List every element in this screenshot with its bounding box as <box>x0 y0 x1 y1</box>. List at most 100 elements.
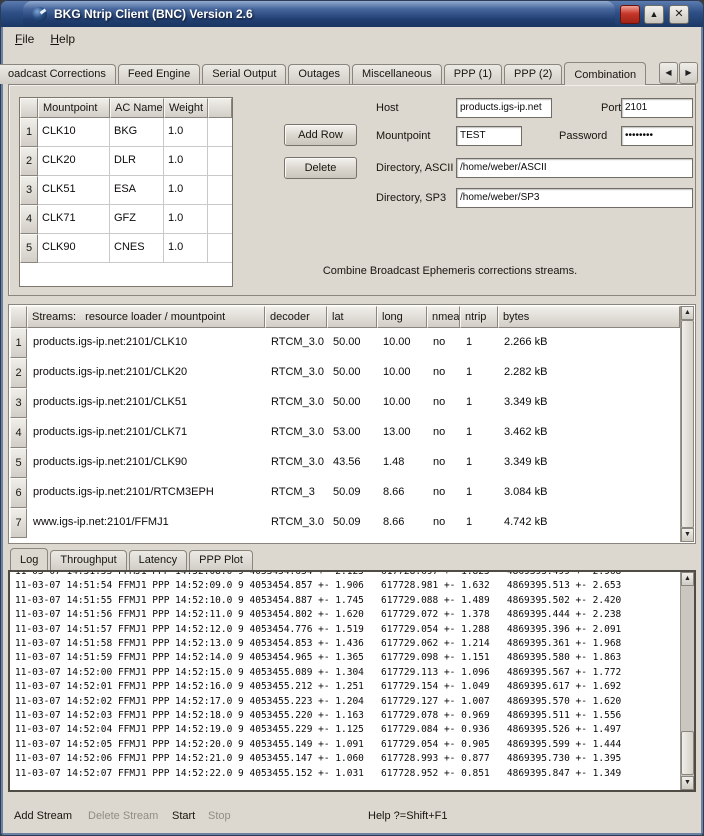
scroll-up-button[interactable]: ▲ <box>681 306 694 320</box>
mountpoint-input[interactable]: TEST <box>456 126 522 146</box>
streams-scrollbar[interactable]: ▲ ▼ <box>680 306 694 542</box>
close-button[interactable]: ✕ <box>669 5 689 24</box>
scroll-down-button[interactable]: ▼ <box>681 528 694 542</box>
cell-lat[interactable]: 50.09 <box>327 478 377 508</box>
cell-bytes[interactable]: 4.742 kB <box>498 508 680 538</box>
minimize-button[interactable] <box>620 5 640 24</box>
add-stream-button[interactable]: Add Stream <box>14 810 72 822</box>
cell-lat[interactable]: 50.00 <box>327 388 377 418</box>
cell-lat[interactable]: 50.00 <box>327 328 377 358</box>
cell-ac-name[interactable]: DLR <box>110 147 164 176</box>
cell-mountpoint[interactable]: products.igs-ip.net:2101/CLK51 <box>27 388 265 418</box>
cell-mountpoint[interactable]: CLK10 <box>38 118 110 147</box>
cell-mountpoint[interactable]: products.igs-ip.net:2101/CLK90 <box>27 448 265 478</box>
cell-bytes[interactable]: 3.349 kB <box>498 448 680 478</box>
log-scrollbar[interactable]: ▲ ▼ <box>680 572 694 790</box>
cell-long[interactable]: 10.00 <box>377 388 427 418</box>
cell-mountpoint[interactable]: products.igs-ip.net:2101/CLK20 <box>27 358 265 388</box>
cell-decoder[interactable]: RTCM_3.0 <box>265 508 327 538</box>
delete-button[interactable]: Delete <box>284 157 357 179</box>
cell-nmea[interactable]: no <box>427 508 460 538</box>
cell-weight[interactable]: 1.0 <box>164 118 208 147</box>
tab-serial-output[interactable]: Serial Output <box>202 64 286 84</box>
cell-nmea[interactable]: no <box>427 448 460 478</box>
cell-ntrip[interactable]: 1 <box>460 448 498 478</box>
cell-decoder[interactable]: RTCM_3.0 <box>265 448 327 478</box>
maximize-button[interactable]: ▲ <box>644 5 664 24</box>
cell-long[interactable]: 13.00 <box>377 418 427 448</box>
cell-ntrip[interactable]: 1 <box>460 418 498 448</box>
cell-lat[interactable]: 50.09 <box>327 508 377 538</box>
cell-mountpoint[interactable]: products.igs-ip.net:2101/CLK71 <box>27 418 265 448</box>
tab-ppp-2[interactable]: PPP (2) <box>504 64 562 84</box>
cell-lat[interactable]: 50.00 <box>327 358 377 388</box>
combination-table[interactable]: Mountpoint AC Name Weight 1 CLK10 BKG 1.… <box>19 97 233 287</box>
scroll-down-button[interactable]: ▼ <box>681 776 694 790</box>
cell-bytes[interactable]: 3.349 kB <box>498 388 680 418</box>
cell-weight[interactable]: 1.0 <box>164 205 208 234</box>
cell-mountpoint[interactable]: CLK90 <box>38 234 110 263</box>
cell-long[interactable]: 1.48 <box>377 448 427 478</box>
cell-nmea[interactable]: no <box>427 358 460 388</box>
tab-ppp-plot[interactable]: PPP Plot <box>189 550 253 570</box>
cell-ntrip[interactable]: 1 <box>460 328 498 358</box>
password-input[interactable]: •••••••• <box>621 126 693 146</box>
port-input[interactable]: 2101 <box>621 98 693 118</box>
cell-ac-name[interactable]: ESA <box>110 176 164 205</box>
start-button[interactable]: Start <box>172 810 195 822</box>
cell-weight[interactable]: 1.0 <box>164 176 208 205</box>
scroll-up-button[interactable]: ▲ <box>681 572 694 586</box>
cell-mountpoint[interactable]: products.igs-ip.net:2101/RTCM3EPH <box>27 478 265 508</box>
cell-long[interactable]: 8.66 <box>377 478 427 508</box>
cell-ac-name[interactable]: GFZ <box>110 205 164 234</box>
tab-combination[interactable]: Combination <box>564 62 646 85</box>
cell-long[interactable]: 8.66 <box>377 508 427 538</box>
cell-bytes[interactable]: 2.282 kB <box>498 358 680 388</box>
cell-mountpoint[interactable]: www.igs-ip.net:2101/FFMJ1 <box>27 508 265 538</box>
cell-ntrip[interactable]: 1 <box>460 508 498 538</box>
menu-help[interactable]: Help <box>42 29 83 49</box>
titlebar[interactable]: BKG Ntrip Client (BNC) Version 2.6 ▲ ✕ <box>1 1 703 27</box>
cell-decoder[interactable]: RTCM_3.0 <box>265 418 327 448</box>
tab-scroll-right-button[interactable]: ▶ <box>679 62 698 84</box>
tab-ppp-1[interactable]: PPP (1) <box>444 64 502 84</box>
cell-bytes[interactable]: 3.084 kB <box>498 478 680 508</box>
cell-decoder[interactable]: RTCM_3 <box>265 478 327 508</box>
cell-ac-name[interactable]: CNES <box>110 234 164 263</box>
cell-lat[interactable]: 43.56 <box>327 448 377 478</box>
cell-weight[interactable]: 1.0 <box>164 234 208 263</box>
directory-ascii-input[interactable]: /home/weber/ASCII <box>456 158 693 178</box>
tab-outages[interactable]: Outages <box>288 64 350 84</box>
tab-feed-engine[interactable]: Feed Engine <box>118 64 200 84</box>
cell-decoder[interactable]: RTCM_3.0 <box>265 388 327 418</box>
cell-ac-name[interactable]: BKG <box>110 118 164 147</box>
cell-nmea[interactable]: no <box>427 388 460 418</box>
cell-ntrip[interactable]: 1 <box>460 478 498 508</box>
cell-nmea[interactable]: no <box>427 478 460 508</box>
cell-weight[interactable]: 1.0 <box>164 147 208 176</box>
cell-nmea[interactable]: no <box>427 328 460 358</box>
host-input[interactable]: products.igs-ip.net <box>456 98 552 118</box>
cell-ntrip[interactable]: 1 <box>460 358 498 388</box>
menu-file[interactable]: File <box>7 29 42 49</box>
cell-ntrip[interactable]: 1 <box>460 388 498 418</box>
scrollbar-thumb[interactable] <box>681 320 694 528</box>
cell-long[interactable]: 10.00 <box>377 328 427 358</box>
cell-mountpoint[interactable]: CLK71 <box>38 205 110 234</box>
log-panel[interactable]: 11-03-07 14:51:53 FFMJ1 PPP 14:52:08.0 9… <box>8 570 696 792</box>
cell-nmea[interactable]: no <box>427 418 460 448</box>
cell-decoder[interactable]: RTCM_3.0 <box>265 358 327 388</box>
cell-decoder[interactable]: RTCM_3.0 <box>265 328 327 358</box>
tab-latency[interactable]: Latency <box>129 550 188 570</box>
tab-scroll-left-button[interactable]: ◀ <box>659 62 678 84</box>
tab-miscellaneous[interactable]: Miscellaneous <box>352 64 442 84</box>
cell-bytes[interactable]: 2.266 kB <box>498 328 680 358</box>
cell-bytes[interactable]: 3.462 kB <box>498 418 680 448</box>
tab-broadcast-corrections[interactable]: oadcast Corrections <box>0 64 116 84</box>
add-row-button[interactable]: Add Row <box>284 124 357 146</box>
tab-log[interactable]: Log <box>10 548 48 570</box>
directory-sp3-input[interactable]: /home/weber/SP3 <box>456 188 693 208</box>
cell-lat[interactable]: 53.00 <box>327 418 377 448</box>
cell-long[interactable]: 10.00 <box>377 358 427 388</box>
cell-mountpoint[interactable]: products.igs-ip.net:2101/CLK10 <box>27 328 265 358</box>
